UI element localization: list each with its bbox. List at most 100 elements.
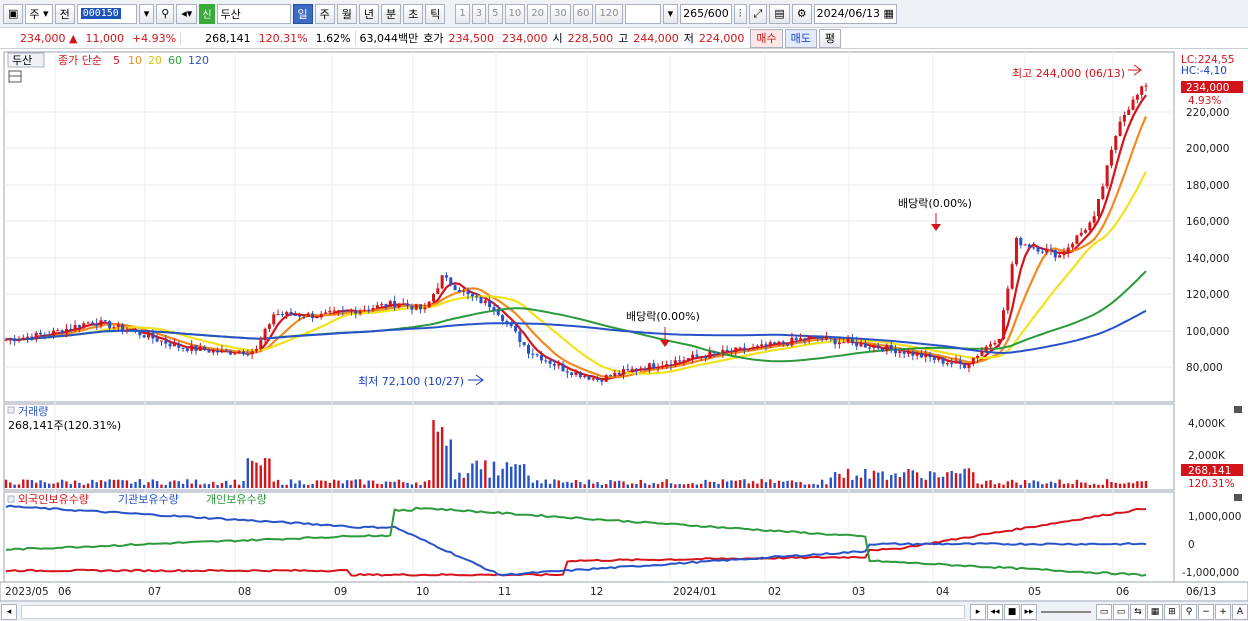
candle-body bbox=[427, 301, 431, 308]
volume-bar bbox=[1019, 484, 1022, 488]
close-panel-icon[interactable] bbox=[1234, 406, 1242, 413]
market-select[interactable]: 주 ▾ bbox=[25, 3, 53, 24]
zoom-slider[interactable] bbox=[1041, 610, 1091, 613]
chart-type-icon[interactable]: ⫶ bbox=[733, 3, 747, 24]
period-day[interactable]: 일 bbox=[292, 3, 313, 24]
scroll-right-icon[interactable]: ▸ bbox=[970, 603, 986, 620]
count-input[interactable]: 265/600 bbox=[680, 3, 732, 24]
ma-legend-120: 120 bbox=[188, 54, 209, 67]
candle-body bbox=[781, 341, 785, 344]
layout-4-icon[interactable]: ▦ bbox=[1147, 603, 1163, 620]
average-button[interactable]: 평 bbox=[818, 28, 842, 48]
save-icon[interactable]: ▤ bbox=[769, 3, 790, 24]
period-week[interactable]: 주 bbox=[314, 3, 335, 24]
holding-panel[interactable] bbox=[3, 491, 1175, 583]
code-input[interactable]: 000150 bbox=[76, 3, 137, 24]
interval-60[interactable]: 60 bbox=[572, 3, 594, 24]
volume-bar bbox=[1114, 482, 1117, 488]
volume-bar bbox=[423, 481, 427, 488]
volume-bar bbox=[1080, 482, 1083, 488]
volume-bar bbox=[553, 479, 556, 488]
stock-name-field[interactable]: 두산 bbox=[216, 3, 291, 24]
price-panel[interactable] bbox=[3, 51, 1175, 403]
forward-icon[interactable]: ▸▸ bbox=[1021, 603, 1037, 620]
interval-custom-input[interactable] bbox=[624, 3, 661, 24]
volume-bar bbox=[799, 481, 802, 488]
drawing-tool-icon[interactable]: ⤢ bbox=[748, 3, 768, 24]
speaker-icon[interactable]: ◂▾ bbox=[176, 3, 198, 24]
volume-bar bbox=[337, 480, 340, 488]
volume-bar bbox=[255, 462, 258, 488]
prev-button[interactable]: 전 bbox=[54, 3, 75, 24]
hc-readout: HC:-4,10 bbox=[1181, 65, 1227, 77]
interval-5[interactable]: 5 bbox=[488, 3, 503, 24]
candle-body bbox=[665, 364, 669, 366]
volume-panel[interactable] bbox=[3, 403, 1175, 491]
chart-canvas[interactable]: 두산 종가 단순 5 10 20 60 120 최고 244,000 (06/1… bbox=[0, 50, 1248, 601]
volume-bar bbox=[207, 484, 211, 488]
rewind-icon[interactable]: ◂◂ bbox=[987, 603, 1003, 620]
scroll-left-icon[interactable]: ◂ bbox=[1, 603, 17, 620]
zoom-icon[interactable]: ⚲ bbox=[1181, 603, 1197, 620]
candle-body bbox=[164, 340, 168, 344]
calendar-icon[interactable]: ▦ bbox=[884, 7, 894, 20]
period-second[interactable]: 초 bbox=[403, 3, 424, 24]
buy-button[interactable]: 매수 bbox=[750, 28, 783, 48]
volume-bar bbox=[924, 479, 927, 488]
candle-body bbox=[263, 328, 267, 341]
interval-30[interactable]: 30 bbox=[550, 3, 571, 24]
layout-icon[interactable]: ▣ bbox=[3, 3, 24, 24]
sell-button[interactable]: 매도 bbox=[784, 28, 817, 48]
period-year[interactable]: 년 bbox=[358, 3, 380, 24]
open-label: 시 bbox=[552, 32, 563, 45]
interval-dropdown-icon[interactable]: ▾ bbox=[662, 3, 679, 24]
candle-body bbox=[1079, 232, 1083, 236]
x-label: 11 bbox=[498, 586, 511, 598]
candle-body bbox=[1071, 243, 1075, 248]
stop-icon[interactable]: ■ bbox=[1004, 603, 1020, 620]
candle-body bbox=[764, 344, 768, 347]
gear-icon[interactable]: ⚙ bbox=[791, 3, 812, 24]
candle-body bbox=[293, 314, 297, 316]
zoom-in-icon[interactable]: + bbox=[1215, 603, 1231, 620]
zoom-out-icon[interactable]: − bbox=[1198, 603, 1214, 620]
volume-bar bbox=[259, 465, 262, 488]
candle-body bbox=[86, 322, 90, 324]
candle-body bbox=[613, 372, 617, 377]
layout-3-icon[interactable]: ⇆ bbox=[1130, 603, 1146, 620]
interval-1[interactable]: 1 bbox=[455, 3, 470, 24]
volume-bar bbox=[69, 484, 72, 488]
layout-5-icon[interactable]: ⊞ bbox=[1164, 603, 1180, 620]
candle-body bbox=[717, 352, 720, 354]
font-size-icon[interactable]: A bbox=[1232, 603, 1248, 620]
close-panel-icon[interactable] bbox=[1234, 494, 1242, 501]
interval-3[interactable]: 3 bbox=[471, 3, 487, 24]
search-icon[interactable]: ⚲ bbox=[156, 3, 175, 24]
layout-1-icon[interactable]: ▭ bbox=[1096, 603, 1112, 620]
candle-body bbox=[967, 363, 971, 369]
volume-panel-handle[interactable] bbox=[7, 406, 15, 414]
layout-2-icon[interactable]: ▭ bbox=[1113, 603, 1129, 620]
quote-bar: 234,000 ▲ 11,000 +4.93% 268,141 120.31% … bbox=[0, 28, 1248, 49]
interval-20[interactable]: 20 bbox=[527, 3, 548, 24]
volume-bar bbox=[898, 477, 902, 488]
volume-bar bbox=[1049, 481, 1053, 488]
holding-panel-handle[interactable] bbox=[7, 495, 15, 503]
candle-body bbox=[755, 345, 759, 348]
period-minute[interactable]: 분 bbox=[381, 3, 402, 24]
period-tick[interactable]: 틱 bbox=[425, 3, 446, 24]
volume-bar bbox=[885, 479, 889, 488]
period-month[interactable]: 월 bbox=[336, 3, 357, 24]
interval-120[interactable]: 120 bbox=[595, 3, 623, 24]
x-label: 04 bbox=[936, 586, 950, 598]
date-input[interactable]: 2024/06/13 ▦ bbox=[813, 3, 897, 24]
interval-10[interactable]: 10 bbox=[504, 3, 526, 24]
candle-body bbox=[90, 322, 94, 324]
scroll-track[interactable] bbox=[21, 604, 965, 619]
candle-body bbox=[155, 338, 159, 342]
candle-body bbox=[751, 347, 755, 350]
volume-bar bbox=[812, 483, 815, 488]
candle-body bbox=[250, 351, 254, 355]
volume-bar bbox=[626, 484, 630, 488]
code-dropdown-icon[interactable]: ▾ bbox=[138, 3, 155, 24]
